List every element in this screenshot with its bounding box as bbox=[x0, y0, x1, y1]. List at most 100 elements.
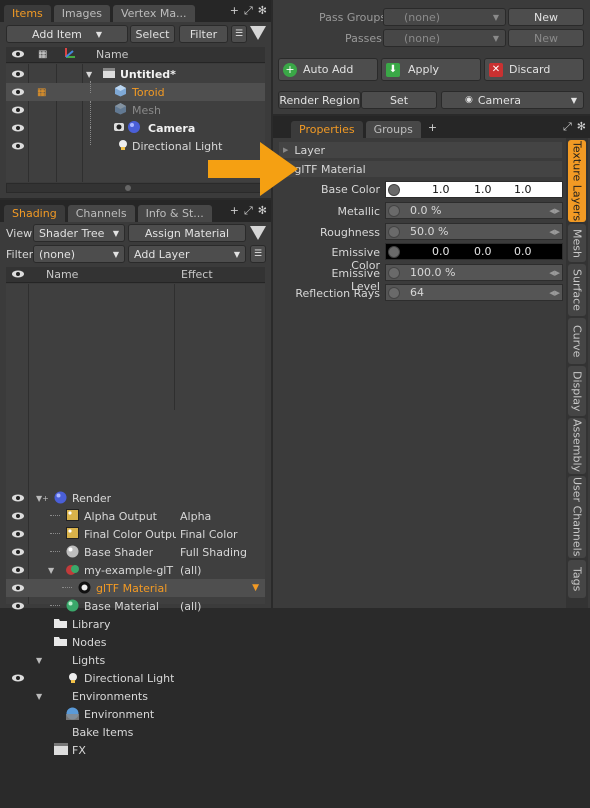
filter-button[interactable]: Filter bbox=[179, 25, 228, 43]
shader-tree-row[interactable]: ▼ Environments bbox=[6, 687, 265, 705]
visibility-eye-icon[interactable] bbox=[11, 124, 25, 133]
channel-knob-icon[interactable] bbox=[388, 225, 400, 238]
tab-channels[interactable]: Channels bbox=[67, 205, 135, 222]
effect-value[interactable]: (all) bbox=[180, 600, 201, 613]
side-tab-tags[interactable]: Tags bbox=[568, 560, 586, 598]
metallic-field[interactable]: 0.0 % ◀▶ bbox=[385, 202, 563, 219]
expand-arrow-icon[interactable]: ▼ bbox=[36, 656, 42, 665]
visibility-eye-icon[interactable] bbox=[11, 512, 25, 521]
emissive-color-r[interactable]: 0.0 bbox=[432, 245, 450, 258]
effect-value[interactable]: Full Shading bbox=[180, 546, 247, 559]
expand-icon[interactable]: ⤢ bbox=[244, 4, 253, 18]
add-tab-icon[interactable]: + bbox=[428, 121, 437, 134]
shader-tree-row[interactable]: Nodes bbox=[6, 633, 265, 651]
reflection-rays-field[interactable]: 64 ◀▶ bbox=[385, 284, 563, 301]
visibility-eye-icon[interactable] bbox=[11, 548, 25, 557]
collapse-arrow-icon[interactable]: ▼ bbox=[86, 70, 92, 79]
material-section-header[interactable]: ▼ glTF Material bbox=[279, 161, 562, 177]
tab-properties[interactable]: Properties bbox=[291, 121, 363, 138]
shader-tree-row[interactable]: ▼ my-example-glT ... (all) bbox=[6, 561, 265, 579]
visibility-eye-icon[interactable] bbox=[11, 142, 25, 151]
assign-material-button[interactable]: Assign Material bbox=[128, 224, 246, 242]
side-tab-user-channels[interactable]: User Channels bbox=[568, 476, 586, 558]
set-button[interactable]: Set bbox=[361, 91, 437, 109]
scroll-handle[interactable] bbox=[125, 185, 131, 191]
shader-tree-row[interactable]: Base Shader Full Shading bbox=[6, 543, 265, 561]
shader-tree-row[interactable]: Final Color Output Final Color bbox=[6, 525, 265, 543]
tab-info-statistics[interactable]: Info & St... bbox=[137, 205, 212, 222]
add-layer-dropdown[interactable]: Add Layer ▼ bbox=[128, 245, 246, 263]
effect-column-header[interactable]: Effect bbox=[181, 268, 213, 281]
visibility-eye-icon[interactable] bbox=[11, 566, 25, 575]
view-dropdown[interactable]: Shader Tree ▼ bbox=[33, 224, 125, 242]
add-tab-icon[interactable]: + bbox=[230, 204, 239, 218]
select-button[interactable]: Select bbox=[130, 25, 175, 43]
filter-funnel-icon[interactable] bbox=[250, 26, 266, 40]
roughness-field[interactable]: 50.0 % ◀▶ bbox=[385, 223, 563, 240]
list-options-button[interactable]: ☰ bbox=[231, 25, 247, 43]
apply-button[interactable]: ⬇ Apply bbox=[381, 58, 481, 81]
expand-arrow-icon[interactable]: ▼ bbox=[36, 692, 42, 701]
filter-dropdown[interactable]: (none) ▼ bbox=[33, 245, 125, 263]
add-tab-icon[interactable]: + bbox=[230, 4, 239, 18]
new-pass-button[interactable]: New bbox=[508, 29, 584, 47]
expand-arrow-icon[interactable]: ▼+ bbox=[36, 494, 49, 503]
slider-arrows-icon[interactable]: ◀▶ bbox=[549, 228, 560, 236]
channel-knob-icon[interactable] bbox=[388, 204, 400, 217]
new-pass-group-button[interactable]: New bbox=[508, 8, 584, 26]
tab-images[interactable]: Images bbox=[53, 5, 110, 22]
side-tab-curve[interactable]: Curve bbox=[568, 318, 586, 364]
shader-tree-row[interactable]: ▼+ Render bbox=[6, 489, 265, 507]
shader-tree-row[interactable]: FX bbox=[6, 741, 265, 759]
channel-knob-icon[interactable] bbox=[388, 245, 400, 258]
add-item-button[interactable]: Add Item ▼ bbox=[6, 25, 128, 43]
visibility-eye-icon[interactable] bbox=[11, 530, 25, 539]
shader-tree-row[interactable]: Environment bbox=[6, 705, 265, 723]
emissive-level-field[interactable]: 100.0 % ◀▶ bbox=[385, 264, 563, 281]
pass-groups-dropdown[interactable]: (none) ▼ bbox=[383, 8, 506, 26]
visibility-eye-icon[interactable] bbox=[11, 70, 25, 79]
channel-knob-icon[interactable] bbox=[388, 183, 400, 196]
gear-icon[interactable]: ✻ bbox=[577, 120, 586, 134]
side-tab-texture-layers[interactable]: Texture Layers bbox=[568, 140, 586, 222]
metallic-value[interactable]: 0.0 % bbox=[410, 204, 441, 217]
visibility-eye-icon[interactable] bbox=[11, 494, 25, 503]
effect-value[interactable]: (all) bbox=[180, 564, 201, 577]
tree-row-camera[interactable]: Camera bbox=[6, 101, 265, 137]
filter-funnel-icon[interactable] bbox=[250, 226, 266, 240]
name-column-header[interactable]: Name bbox=[46, 268, 78, 281]
shader-tree-row[interactable]: Bake Items bbox=[6, 723, 265, 741]
gear-icon[interactable]: ✻ bbox=[258, 204, 267, 218]
tree-row-mesh[interactable]: Mesh bbox=[6, 101, 265, 119]
slider-arrows-icon[interactable]: ◀▶ bbox=[549, 289, 560, 297]
tab-vertex-maps[interactable]: Vertex Ma... bbox=[112, 5, 195, 22]
shader-tree-row[interactable]: Base Material (all) bbox=[6, 597, 265, 615]
channel-knob-icon[interactable] bbox=[388, 286, 400, 299]
passes-dropdown[interactable]: (none) ▼ bbox=[383, 29, 506, 47]
emissive-color-b[interactable]: 0.0 bbox=[514, 245, 532, 258]
side-tab-surface[interactable]: Surface bbox=[568, 264, 586, 316]
base-color-g[interactable]: 1.0 bbox=[474, 183, 492, 196]
render-region-button[interactable]: Render Region bbox=[278, 91, 361, 109]
side-tab-display[interactable]: Display bbox=[568, 366, 586, 416]
effect-value[interactable]: Final Color bbox=[180, 528, 238, 541]
side-tab-mesh[interactable]: Mesh bbox=[568, 224, 586, 262]
visibility-eye-icon[interactable] bbox=[11, 674, 25, 683]
expand-arrow-icon[interactable]: ▼ bbox=[48, 566, 54, 575]
visibility-eye-icon[interactable] bbox=[11, 106, 25, 115]
side-tab-assembly[interactable]: Assembly bbox=[568, 418, 586, 474]
visibility-eye-icon[interactable] bbox=[11, 584, 25, 593]
roughness-value[interactable]: 50.0 % bbox=[410, 225, 448, 238]
slider-arrows-icon[interactable]: ◀▶ bbox=[549, 207, 560, 215]
lock-toggle-icon[interactable]: ▦ bbox=[37, 87, 46, 98]
auto-add-button[interactable]: + Auto Add bbox=[278, 58, 378, 81]
base-color-b[interactable]: 1.0 bbox=[514, 183, 532, 196]
slider-arrows-icon[interactable]: ◀▶ bbox=[549, 269, 560, 277]
shader-tree-row[interactable]: Directional Light bbox=[6, 669, 265, 687]
channel-knob-icon[interactable] bbox=[388, 266, 400, 279]
tree-row-untitled[interactable]: ▼ Untitled* bbox=[6, 65, 265, 83]
base-color-field[interactable]: 1.0 1.0 1.0 bbox=[385, 181, 563, 198]
layer-section-header[interactable]: ▶ Layer bbox=[279, 142, 562, 158]
tab-groups[interactable]: Groups bbox=[365, 121, 421, 138]
visibility-eye-icon[interactable] bbox=[11, 88, 25, 97]
